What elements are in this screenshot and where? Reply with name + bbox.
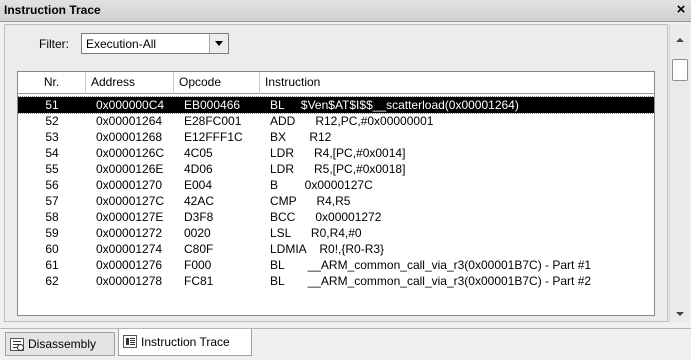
cell-nr: 61 bbox=[45, 258, 59, 272]
tab-bar: Disassembly Instruction Trace bbox=[0, 328, 691, 360]
table-row[interactable]: 57 0x0000127C 42AC CMP R4,R5 bbox=[18, 193, 654, 209]
cell-instruction: B 0x0000127C bbox=[270, 178, 373, 192]
tab-disassembly[interactable]: Disassembly bbox=[5, 332, 115, 356]
cell-instruction: BL __ARM_common_call_via_r3(0x00001B7C) … bbox=[270, 258, 592, 272]
cell-address: 0x0000127E bbox=[96, 210, 164, 224]
cell-address: 0x00001270 bbox=[96, 178, 163, 192]
cell-instruction: CMP R4,R5 bbox=[270, 194, 351, 208]
tab-label: Instruction Trace bbox=[141, 335, 230, 349]
table-row[interactable]: 56 0x00001270 E004 B 0x0000127C bbox=[18, 177, 654, 193]
cell-opcode: EB000466 bbox=[184, 98, 241, 112]
cell-address: 0x00001274 bbox=[96, 242, 163, 256]
table-row[interactable]: 60 0x00001274 C80F LDMIA R0!,{R0-R3} bbox=[18, 241, 654, 257]
cell-opcode: E004 bbox=[184, 178, 213, 192]
cell-instruction: LDR R5,[PC,#0x0018] bbox=[270, 162, 406, 176]
tab-label: Disassembly bbox=[28, 337, 97, 351]
instruction-trace-window: Instruction Trace × Filter: Execution-Al… bbox=[0, 0, 691, 360]
trace-table[interactable]: Nr. Address Opcode Instruction 51 0x00000… bbox=[17, 71, 655, 316]
table-row[interactable]: 62 0x00001278 FC81 BL __ARM_common_call_via… bbox=[18, 273, 654, 289]
cell-instruction: ADD R12,PC,#0x00000001 bbox=[270, 114, 434, 128]
table-row[interactable]: 55 0x0000126E 4D06 LDR R5,[PC,#0x0018] bbox=[18, 161, 654, 177]
cell-nr: 55 bbox=[45, 162, 59, 176]
filter-label: Filter: bbox=[39, 37, 69, 51]
cell-address: 0x0000126C bbox=[96, 146, 165, 160]
cell-instruction: BL $Ven$AT$I$$__scatterload(0x00001264) bbox=[270, 98, 519, 112]
table-row[interactable]: 59 0x00001272 0020 LSL R0,R4,#0 bbox=[18, 225, 654, 241]
trace-icon bbox=[123, 335, 137, 348]
dropdown-arrow-button[interactable] bbox=[209, 34, 228, 53]
scroll-thumb[interactable] bbox=[672, 59, 688, 81]
filter-value: Execution-All bbox=[86, 37, 157, 51]
table-row[interactable]: 54 0x0000126C 4C05 LDR R4,[PC,#0x0014] bbox=[18, 145, 654, 161]
cell-opcode: E28FC001 bbox=[184, 114, 242, 128]
cell-nr: 62 bbox=[45, 274, 59, 288]
column-header-opcode[interactable]: Opcode bbox=[174, 72, 260, 94]
cell-opcode: E12FFF1C bbox=[184, 130, 243, 144]
cell-nr: 57 bbox=[45, 194, 59, 208]
cell-instruction: BCC 0x00001272 bbox=[270, 210, 382, 224]
table-row[interactable]: 58 0x0000127E D3F8 BCC 0x00001272 bbox=[18, 209, 654, 225]
cell-opcode: 0020 bbox=[184, 226, 211, 240]
cell-address: 0x00001268 bbox=[96, 130, 163, 144]
cell-opcode: FC81 bbox=[184, 274, 214, 288]
cell-nr: 53 bbox=[45, 130, 59, 144]
cell-opcode: F000 bbox=[184, 258, 212, 272]
close-icon[interactable]: × bbox=[674, 1, 688, 19]
column-header-instruction[interactable]: Instruction bbox=[260, 72, 654, 94]
cell-nr: 60 bbox=[45, 242, 59, 256]
cell-address: 0x00001272 bbox=[96, 226, 163, 240]
trace-panel: Filter: Execution-All Nr. Address Opcode… bbox=[4, 24, 668, 322]
cell-address: 0x0000127C bbox=[96, 194, 165, 208]
cell-address: 0x000000C4 bbox=[96, 98, 165, 112]
cell-address: 0x0000126E bbox=[96, 162, 164, 176]
cell-nr: 52 bbox=[45, 114, 59, 128]
scroll-down-icon[interactable] bbox=[676, 312, 684, 316]
cell-opcode: 4C05 bbox=[184, 146, 213, 160]
chevron-down-icon bbox=[215, 41, 223, 46]
cell-instruction: BX R12 bbox=[270, 130, 332, 144]
table-row[interactable]: 52 0x00001264 E28FC001 ADD R12,PC,#0x000000… bbox=[18, 113, 654, 129]
disassembly-icon bbox=[10, 338, 24, 351]
filter-row: Filter: Execution-All bbox=[5, 33, 667, 55]
column-header-address[interactable]: Address bbox=[86, 72, 174, 94]
cell-address: 0x00001278 bbox=[96, 274, 163, 288]
table-row[interactable]: 53 0x00001268 E12FFF1C BX R12 bbox=[18, 129, 654, 145]
cell-instruction: BL __ARM_common_call_via_r3(0x00001B7C) … bbox=[270, 274, 592, 288]
tab-instruction-trace[interactable]: Instruction Trace bbox=[118, 329, 252, 356]
cell-instruction: LDMIA R0!,{R0-R3} bbox=[270, 242, 385, 256]
cell-instruction: LSL R0,R4,#0 bbox=[270, 226, 362, 240]
cell-nr: 59 bbox=[45, 226, 59, 240]
cell-opcode: 4D06 bbox=[184, 162, 213, 176]
cell-address: 0x00001264 bbox=[96, 114, 163, 128]
table-header: Nr. Address Opcode Instruction bbox=[18, 72, 654, 94]
cell-nr: 56 bbox=[45, 178, 59, 192]
column-header-nr[interactable]: Nr. bbox=[18, 72, 86, 94]
table-row[interactable]: 51 0x000000C4 EB000466 BL $Ven$AT$I$$__scat… bbox=[18, 96, 654, 114]
cell-instruction: LDR R4,[PC,#0x0014] bbox=[270, 146, 406, 160]
window-titlebar: Instruction Trace × bbox=[0, 0, 691, 22]
cell-opcode: 42AC bbox=[184, 194, 215, 208]
filter-dropdown[interactable]: Execution-All bbox=[81, 33, 229, 54]
scroll-up-icon[interactable] bbox=[676, 38, 684, 42]
cell-opcode: D3F8 bbox=[184, 210, 214, 224]
cell-nr: 58 bbox=[45, 210, 59, 224]
window-title: Instruction Trace bbox=[4, 3, 101, 17]
cell-nr: 51 bbox=[45, 98, 59, 112]
vertical-scrollbar[interactable] bbox=[669, 24, 689, 322]
cell-opcode: C80F bbox=[184, 242, 214, 256]
table-row[interactable]: 61 0x00001276 F000 BL __ARM_common_call_via… bbox=[18, 257, 654, 273]
cell-nr: 54 bbox=[45, 146, 59, 160]
cell-address: 0x00001276 bbox=[96, 258, 163, 272]
